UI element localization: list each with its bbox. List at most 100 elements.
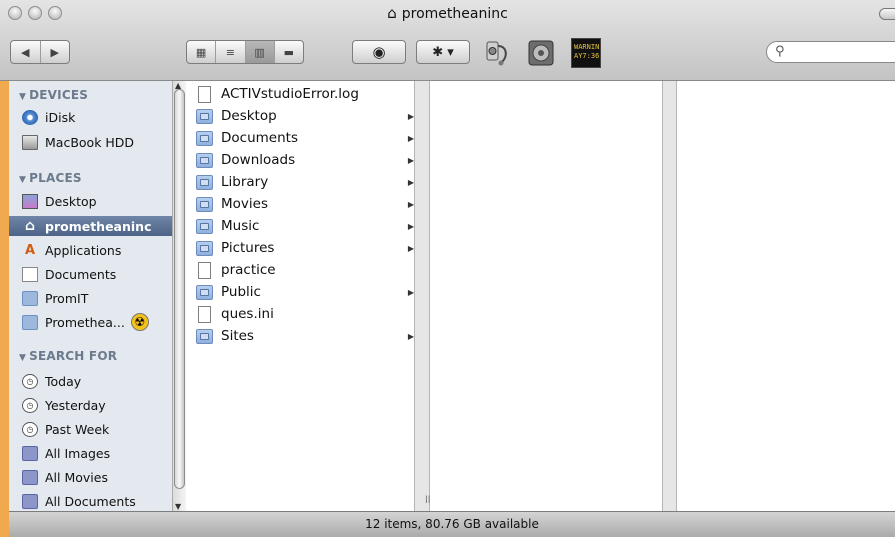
clock-icon: ◷: [22, 421, 38, 437]
back-forward-control: ◀ ▶: [10, 40, 70, 64]
status-text: 12 items, 80.76 GB available: [365, 517, 539, 531]
folder-icon: [196, 152, 213, 168]
view-mode-control: ▦ ≡ ▥ ▬: [186, 40, 304, 64]
file-row-sites[interactable]: Sites ▶: [196, 325, 414, 347]
folder-icon: [196, 108, 213, 124]
file-row-activstudioerror-log[interactable]: ACTIVstudioError.log: [196, 83, 414, 105]
smart-folder-icon: [22, 469, 38, 485]
sidebar-item-past-week[interactable]: ◷ Past Week: [22, 419, 172, 439]
file-row-ques-ini[interactable]: ques.ini: [196, 303, 414, 325]
column-empty-1: [430, 81, 662, 511]
sidebar-scroll-thumb[interactable]: [174, 89, 185, 489]
sidebar-item-macbook-hdd[interactable]: MacBook HDD: [22, 132, 172, 152]
documents-icon: [22, 266, 38, 282]
search-input[interactable]: [793, 44, 895, 62]
sidebar-item-today[interactable]: ◷ Today: [22, 371, 172, 391]
idisk-icon: [22, 109, 38, 125]
sidebar-item-promit[interactable]: PromIT: [22, 288, 172, 308]
sidebar-item-yesterday[interactable]: ◷ Yesterday: [22, 395, 172, 415]
finder-window: ⌂ prometheaninc ◀ ▶ ▦ ≡ ▥ ▬ ◉ ✱ ▾ WARNIN…: [0, 0, 895, 537]
clock-icon: ◷: [22, 373, 38, 389]
disclosure-triangle-icon: ▼: [19, 353, 27, 363]
sidebar-section-devices[interactable]: ▼ DEVICES: [19, 88, 88, 102]
sidebar-item-all-images[interactable]: All Images: [22, 443, 172, 463]
forward-arrow-icon: ▶: [50, 45, 59, 59]
column-view-icon: ▥: [254, 45, 265, 59]
list-view-button[interactable]: ≡: [216, 41, 246, 63]
quick-look-button[interactable]: ◉: [352, 40, 406, 64]
search-icon: ⚲: [775, 44, 785, 59]
icon-view-button[interactable]: ▦: [187, 41, 217, 63]
document-icon: [198, 305, 211, 323]
file-row-documents[interactable]: Documents ▶: [196, 127, 414, 149]
smart-folder-icon: [22, 445, 38, 461]
list-view-icon: ≡: [225, 45, 235, 59]
system-preferences-icon[interactable]: [526, 38, 556, 68]
sidebar-item-all-movies[interactable]: All Movies: [22, 467, 172, 487]
forward-button[interactable]: ▶: [41, 41, 70, 63]
folder-icon: [22, 290, 38, 306]
sidebar-scrollbar[interactable]: ▲ ▼: [172, 81, 186, 511]
folder-icon: [196, 284, 213, 300]
applications-icon: A: [24, 242, 36, 258]
sidebar-item-promethea[interactable]: Promethea... ☢: [22, 312, 172, 332]
sidebar-item-all-documents[interactable]: All Documents: [22, 491, 172, 511]
sidebar-item-idisk[interactable]: iDisk: [22, 107, 172, 127]
column-browser: ACTIVstudioError.log Desktop ▶ Documents ▶…: [186, 81, 895, 511]
folder-icon: [196, 218, 213, 234]
sidebar-section-places[interactable]: ▼ PLACES: [19, 171, 82, 185]
column-view-button[interactable]: ▥: [245, 41, 275, 63]
title-toolbar: ⌂ prometheaninc ◀ ▶ ▦ ≡ ▥ ▬ ◉ ✱ ▾ WARNIN…: [0, 0, 895, 81]
coverflow-view-button[interactable]: ▬: [275, 41, 303, 63]
sidebar-item-applications[interactable]: A Applications: [22, 240, 172, 260]
icon-view-icon: ▦: [195, 45, 207, 59]
folder-icon: [196, 240, 213, 256]
folder-icon: [196, 328, 213, 344]
disclosure-triangle-icon: ▼: [19, 92, 27, 102]
search-field[interactable]: ⚲: [766, 41, 895, 63]
document-icon: [198, 85, 211, 103]
file-row-pictures[interactable]: Pictures ▶: [196, 237, 414, 259]
file-row-desktop[interactable]: Desktop ▶: [196, 105, 414, 127]
back-arrow-icon: ◀: [21, 45, 30, 59]
file-row-music[interactable]: Music ▶: [196, 215, 414, 237]
folder-icon: [196, 130, 213, 146]
sidebar-item-desktop[interactable]: Desktop: [22, 191, 172, 211]
sidebar-section-search-for[interactable]: ▼ SEARCH FOR: [19, 349, 117, 363]
document-icon: [198, 261, 211, 279]
burn-icon[interactable]: ☢: [130, 313, 149, 331]
folder-icon: [196, 174, 213, 190]
disclosure-triangle-icon: ▼: [19, 175, 27, 185]
clock-icon: ◷: [22, 397, 38, 413]
column-home: ACTIVstudioError.log Desktop ▶ Documents ▶…: [186, 81, 414, 511]
status-bar: 12 items, 80.76 GB available: [9, 511, 895, 537]
hard-drive-icon: [22, 134, 38, 150]
sidebar: ▼ DEVICES iDisk MacBook HDD ▼ PLACES Deskt…: [9, 81, 186, 511]
column-divider[interactable]: [662, 81, 677, 511]
home-icon: ⌂: [24, 218, 36, 234]
coverflow-view-icon: ▬: [283, 45, 295, 59]
disk-utility-icon[interactable]: [481, 38, 511, 68]
column-empty-2: [677, 81, 895, 511]
folder-icon: [196, 196, 213, 212]
action-menu-button[interactable]: ✱ ▾: [416, 40, 470, 64]
toolbar-toggle-button[interactable]: [879, 8, 895, 20]
sidebar-item-documents[interactable]: Documents: [22, 264, 172, 284]
column-divider[interactable]: ll: [414, 81, 431, 511]
console-widget-icon[interactable]: WARNIN AY7:36: [571, 38, 601, 68]
file-row-public[interactable]: Public ▶: [196, 281, 414, 303]
window-title: ⌂ prometheaninc: [387, 4, 508, 22]
file-row-downloads[interactable]: Downloads ▶: [196, 149, 414, 171]
network-folder-icon: [22, 314, 38, 330]
gear-icon: ✱ ▾: [432, 44, 454, 60]
file-row-library[interactable]: Library ▶: [196, 171, 414, 193]
scroll-down-arrow-icon[interactable]: ▼: [175, 502, 181, 511]
desktop-icon: [22, 193, 38, 209]
file-row-movies[interactable]: Movies ▶: [196, 193, 414, 215]
file-row-practice[interactable]: practice: [196, 259, 414, 281]
smart-folder-icon: [22, 493, 38, 509]
sidebar-item-prometheaninc[interactable]: ⌂ prometheaninc: [9, 216, 177, 236]
home-icon: ⌂: [387, 4, 397, 22]
eye-icon: ◉: [372, 43, 386, 61]
back-button[interactable]: ◀: [11, 41, 41, 63]
